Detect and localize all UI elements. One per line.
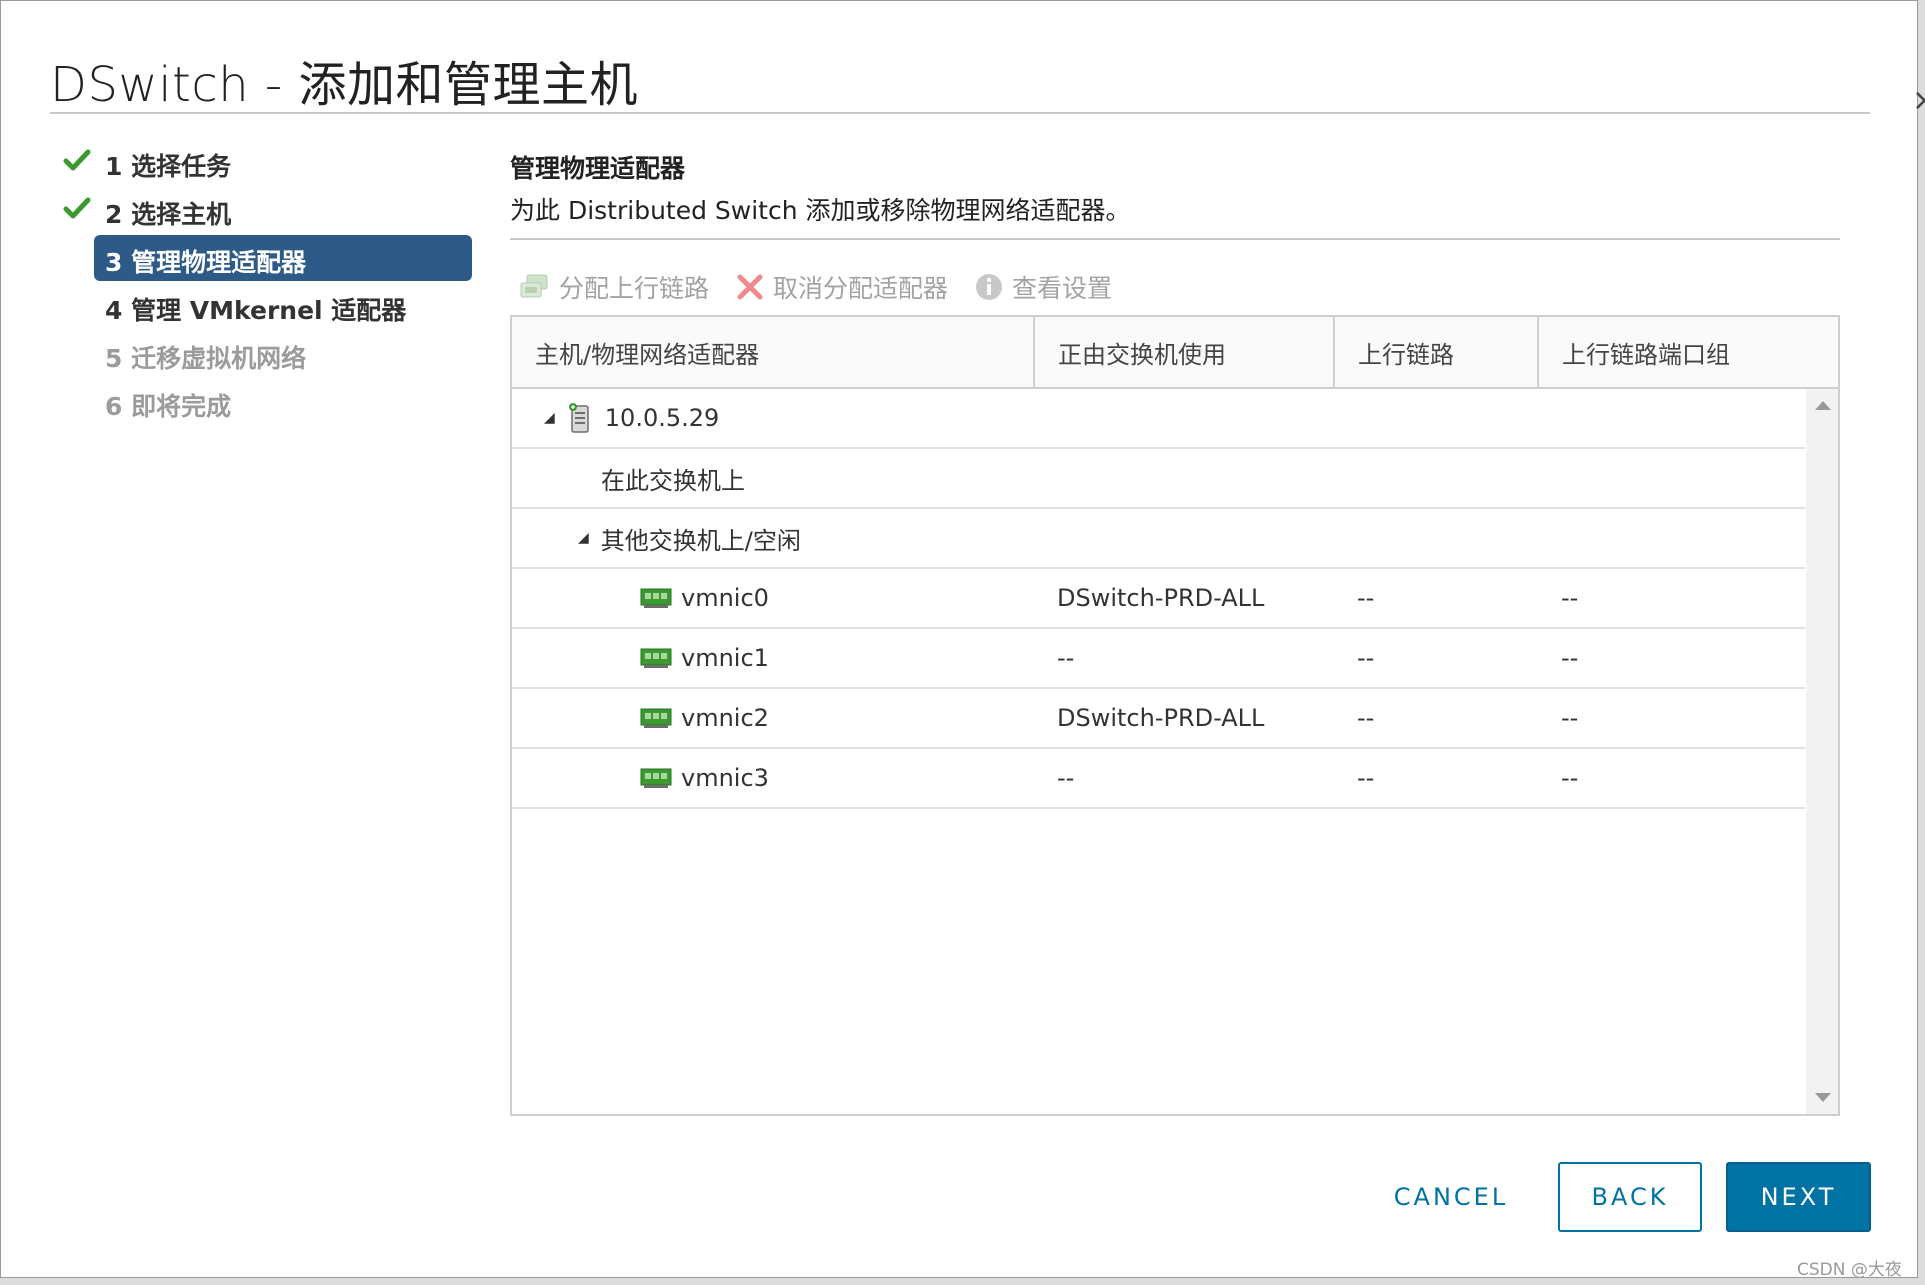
host-row[interactable]: ◢ 10.0.5.29 bbox=[512, 389, 1805, 449]
step-manage-physical-adapters[interactable]: 3 管理物理适配器 bbox=[94, 235, 472, 281]
section-title: 管理物理适配器 bbox=[510, 154, 686, 183]
column-header-in-use-by-switch[interactable]: 正由交换机使用 bbox=[1035, 317, 1335, 387]
adapter-name: vmnic1 bbox=[681, 644, 769, 672]
view-settings-label: 查看设置 bbox=[1012, 274, 1113, 303]
group-row-on-this-switch[interactable]: 在此交换机上 bbox=[512, 449, 1805, 509]
network-adapter-icon bbox=[640, 588, 672, 608]
step-label: 4 管理 VMkernel 适配器 bbox=[105, 296, 407, 325]
column-header-label: 上行链路 bbox=[1358, 340, 1454, 369]
uplink-value: -- bbox=[1357, 644, 1375, 672]
column-header-uplink-portgroup[interactable]: 上行链路端口组 bbox=[1539, 317, 1838, 387]
checkmark-icon bbox=[63, 149, 91, 171]
group-row-other-switches-free[interactable]: ◢ 其他交换机上/空闲 bbox=[512, 509, 1805, 569]
in-use-by-switch-value: DSwitch-PRD-ALL bbox=[1057, 584, 1265, 612]
cancel-button[interactable]: CANCEL bbox=[1373, 1162, 1529, 1232]
unassign-adapter-button[interactable]: 取消分配适配器 bbox=[735, 269, 948, 305]
uplink-value: -- bbox=[1357, 764, 1375, 792]
step-select-task[interactable]: 1 选择任务 bbox=[63, 141, 473, 181]
scroll-down-arrow-icon[interactable] bbox=[1815, 1093, 1831, 1102]
dialog-title: DSwitch - 添加和管理主机 bbox=[50, 57, 638, 113]
step-label: 1 选择任务 bbox=[105, 152, 232, 181]
step-label: 2 选择主机 bbox=[105, 200, 232, 229]
background-strip bbox=[1918, 0, 1925, 1285]
step-label: 6 即将完成 bbox=[105, 392, 232, 421]
step-label: 5 迁移虚拟机网络 bbox=[105, 344, 307, 373]
uplink-portgroup-value: -- bbox=[1561, 704, 1579, 732]
physical-adapters-grid: 主机/物理网络适配器 正由交换机使用 上行链路 上行链路端口组 ◢ 10.0.5… bbox=[510, 315, 1840, 1116]
wizard-steps: 1 选择任务 2 选择主机 3 管理物理适配器 4 管理 VMkernel 适配… bbox=[63, 141, 473, 429]
assign-uplink-label: 分配上行链路 bbox=[559, 274, 710, 303]
step-ready-to-complete: 6 即将完成 bbox=[63, 381, 473, 421]
in-use-by-switch-value: DSwitch-PRD-ALL bbox=[1057, 704, 1265, 732]
uplink-portgroup-value: -- bbox=[1561, 644, 1579, 672]
grid-scrollbar[interactable] bbox=[1806, 389, 1838, 1114]
grid-header: 主机/物理网络适配器 正由交换机使用 上行链路 上行链路端口组 bbox=[512, 317, 1838, 389]
assign-uplink-button[interactable]: 分配上行链路 bbox=[519, 269, 709, 305]
uplink-portgroup-value: -- bbox=[1561, 764, 1579, 792]
step-select-host[interactable]: 2 选择主机 bbox=[63, 189, 473, 229]
column-header-label: 正由交换机使用 bbox=[1058, 340, 1226, 369]
uplink-value: -- bbox=[1357, 584, 1375, 612]
step-migrate-vm-networking: 5 迁移虚拟机网络 bbox=[63, 333, 473, 373]
adapter-name: vmnic2 bbox=[681, 704, 769, 732]
view-settings-button[interactable]: 查看设置 bbox=[974, 269, 1112, 305]
collapse-caret-icon[interactable]: ◢ bbox=[544, 410, 555, 426]
checkmark-icon bbox=[63, 197, 91, 219]
next-button[interactable]: NEXT bbox=[1726, 1162, 1871, 1232]
background-strip bbox=[0, 1278, 1925, 1285]
adapter-toolbar: 分配上行链路 取消分配适配器 查看设置 bbox=[519, 269, 1138, 305]
network-adapter-icon bbox=[640, 768, 672, 788]
host-server-icon bbox=[568, 403, 589, 433]
close-icon[interactable]: × bbox=[1912, 86, 1925, 116]
unassign-adapter-label: 取消分配适配器 bbox=[773, 274, 949, 303]
network-adapter-icon bbox=[640, 648, 672, 668]
host-name: 10.0.5.29 bbox=[604, 404, 720, 432]
uplink-portgroup-value: -- bbox=[1561, 584, 1579, 612]
back-button[interactable]: BACK bbox=[1558, 1162, 1702, 1232]
adapter-name: vmnic0 bbox=[681, 584, 769, 612]
column-header-host-adapter[interactable]: 主机/物理网络适配器 bbox=[512, 317, 1035, 387]
assign-uplink-icon bbox=[520, 274, 548, 298]
scroll-up-arrow-icon[interactable] bbox=[1815, 401, 1831, 410]
adapter-name: vmnic3 bbox=[681, 764, 769, 792]
column-header-label: 主机/物理网络适配器 bbox=[535, 340, 760, 369]
column-header-label: 上行链路端口组 bbox=[1562, 340, 1730, 369]
adapter-row[interactable]: vmnic2 DSwitch-PRD-ALL -- -- bbox=[512, 689, 1805, 749]
title-divider bbox=[50, 112, 1870, 114]
in-use-by-switch-value: -- bbox=[1057, 764, 1075, 792]
add-manage-hosts-dialog: DSwitch - 添加和管理主机 1 选择任务 2 选择主机 3 管理物理适配… bbox=[0, 0, 1918, 1278]
section-divider bbox=[510, 238, 1840, 240]
group-label: 在此交换机上 bbox=[601, 466, 745, 495]
collapse-caret-icon[interactable]: ◢ bbox=[578, 530, 589, 546]
section-description: 为此 Distributed Switch 添加或移除物理网络适配器。 bbox=[510, 196, 1131, 225]
step-manage-vmkernel-adapters[interactable]: 4 管理 VMkernel 适配器 bbox=[63, 285, 473, 325]
group-label: 其他交换机上/空闲 bbox=[600, 526, 801, 555]
adapter-row[interactable]: vmnic1 -- -- -- bbox=[512, 629, 1805, 689]
column-header-uplink[interactable]: 上行链路 bbox=[1335, 317, 1539, 387]
grid-rows: ◢ 10.0.5.29 在此交换机上 ◢ 其他交换机上/空闲 vmnic0 DS… bbox=[512, 389, 1805, 809]
in-use-by-switch-value: -- bbox=[1057, 644, 1075, 672]
uplink-value: -- bbox=[1357, 704, 1375, 732]
watermark: CSDN @大夜 bbox=[1797, 1260, 1902, 1280]
network-adapter-icon bbox=[640, 708, 672, 728]
step-label: 3 管理物理适配器 bbox=[105, 248, 307, 277]
remove-x-icon bbox=[737, 274, 763, 300]
adapter-row[interactable]: vmnic0 DSwitch-PRD-ALL -- -- bbox=[512, 569, 1805, 629]
info-icon bbox=[976, 274, 1003, 300]
adapter-row[interactable]: vmnic3 -- -- -- bbox=[512, 749, 1805, 809]
